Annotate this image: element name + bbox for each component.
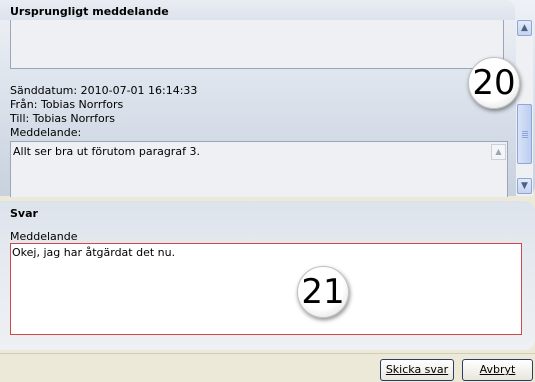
callout-number-21: 21 [297,266,349,318]
reply-message-input[interactable]: Okej, jag har åtgärdat det nu. [10,243,522,335]
reply-message-label: Meddelande [10,230,78,243]
reply-panel: Svar Meddelande Okej, jag har åtgärdat d… [0,201,535,350]
reply-title: Svar [10,207,38,220]
scroll-down-arrow-icon[interactable]: ▼ [517,178,532,194]
sent-date: Sänddatum: 2010-07-01 16:14:33 [10,84,198,97]
original-message-text: Allt ser bra ut förutom paragraf 3. [13,145,200,158]
cancel-button[interactable]: Avbryt [462,359,533,381]
scrollbar-thumb[interactable] [517,104,532,164]
panel-scrollbar[interactable]: ▲ ▼ [516,19,533,196]
from-field: Från: Tobias Norrfors [10,98,124,111]
textbox-scroll-up-icon[interactable]: ▲ [491,144,506,160]
original-message-textbox[interactable]: Allt ser bra ut förutom paragraf 3. ▲ [10,141,508,197]
original-message-title: Ursprungligt meddelande [10,5,169,18]
send-reply-button[interactable]: Skicka svar [380,359,454,381]
original-previous-text-box [10,20,504,69]
footer-divider [0,353,535,354]
message-label: Meddelande: [10,126,82,139]
scroll-up-arrow-icon[interactable]: ▲ [517,20,532,36]
to-field: Till: Tobias Norrfors [10,112,116,125]
original-message-panel: Ursprungligt meddelande Sänddatum: 2010-… [0,0,535,197]
original-message-header: Ursprungligt meddelande [0,0,515,20]
callout-number-20: 20 [468,57,520,109]
